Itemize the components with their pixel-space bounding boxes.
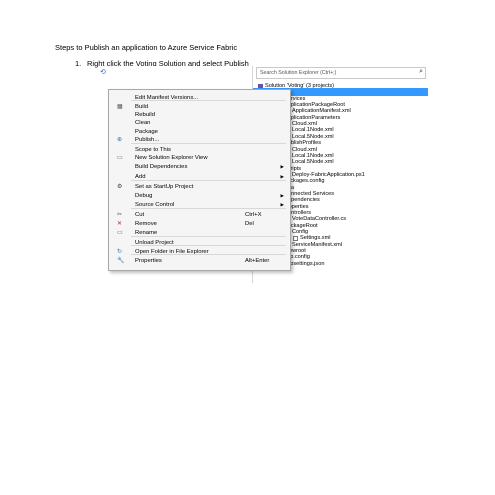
menu-item-label: Edit Manifest Versions...: [135, 95, 199, 101]
menu-item-label: Cut: [135, 212, 145, 218]
step-number: 1.: [75, 59, 82, 68]
wrench-icon: 🔧: [117, 257, 125, 264]
menu-item[interactable]: Clean: [109, 119, 290, 127]
screenshot: ⟲ Search Solution Explorer (Ctrl+;) ⌕ So…: [100, 66, 428, 283]
toolbar-icon: ⟲: [100, 69, 106, 76]
menu-item[interactable]: Scope to This: [109, 146, 290, 154]
menu-item-label: Add: [135, 174, 146, 180]
menu-item-label: Build Dependencies: [135, 164, 188, 170]
menu-item[interactable]: ↻ Open Folder in File Explorer: [109, 248, 290, 256]
menu-item[interactable]: Source Control ▶: [109, 201, 290, 209]
menu-item[interactable]: Package: [109, 128, 290, 136]
menu-item-label: Properties: [135, 258, 162, 264]
menu-item-label: New Solution Explorer View: [135, 155, 208, 161]
new-view-icon: ▭: [117, 154, 123, 161]
search-input[interactable]: Search Solution Explorer (Ctrl+;) ⌕: [256, 67, 426, 79]
submenu-arrow-icon: ▶: [280, 193, 284, 198]
menu-item-label: Build: [135, 104, 149, 110]
menu-item[interactable]: Edit Manifest Versions...: [109, 94, 290, 102]
menu-item-label: Rename: [135, 230, 158, 236]
context-menu: Edit Manifest Versions... ▦ Build Rebuild Cl…: [108, 89, 291, 271]
menu-item[interactable]: ⊕ Publish...: [109, 136, 290, 144]
menu-item-label: Source Control: [135, 202, 175, 208]
menu-item[interactable]: Build Dependencies ▶: [109, 163, 290, 171]
menu-item[interactable]: ▦ Build: [109, 103, 290, 111]
menu-item[interactable]: Unload Project: [109, 239, 290, 247]
menu-item[interactable]: Add ▶: [109, 173, 290, 181]
menu-item-label: Debug: [135, 193, 153, 199]
menu-item-label: Remove: [135, 221, 157, 227]
menu-item-shortcut: Ctrl+X: [245, 212, 262, 218]
search-placeholder: Search Solution Explorer (Ctrl+;): [260, 70, 337, 76]
gear-icon: ⚙: [117, 183, 123, 190]
submenu-arrow-icon: ▶: [280, 174, 284, 179]
build-icon: ▦: [117, 103, 123, 110]
submenu-arrow-icon: ▶: [280, 164, 284, 169]
menu-item-shortcut: Del: [245, 221, 254, 227]
menu-item-label: Publish...: [135, 137, 160, 143]
menu-item-label: Set as StartUp Project: [135, 184, 194, 190]
menu-item-label: Unload Project: [135, 240, 174, 246]
menu-item[interactable]: Rebuild: [109, 111, 290, 119]
rename-icon: ▭: [117, 229, 123, 236]
menu-item[interactable]: Debug ▶: [109, 192, 290, 200]
menu-item[interactable]: 🔧 Properties Alt+Enter: [109, 257, 290, 265]
menu-item-label: Package: [135, 129, 158, 135]
submenu-arrow-icon: ▶: [280, 202, 284, 207]
menu-item[interactable]: ▭ New Solution Explorer View: [109, 154, 290, 162]
menu-item-shortcut: Alt+Enter: [245, 258, 270, 264]
menu-item[interactable]: ✕ Remove Del: [109, 220, 290, 228]
remove-icon: ✕: [117, 220, 123, 227]
menu-item-label: Scope to This: [135, 147, 171, 153]
menu-item[interactable]: ✂ Cut Ctrl+X: [109, 211, 290, 219]
refresh-icon: ↻: [117, 248, 123, 255]
document-heading: Steps to Publish an application to Azure…: [55, 43, 238, 52]
menu-item[interactable]: ⚙ Set as StartUp Project: [109, 183, 290, 191]
scissors-icon: ✂: [117, 211, 123, 218]
menu-item-label: Clean: [135, 120, 151, 126]
menu-item-label: Rebuild: [135, 112, 155, 118]
menu-item-label: Open Folder in File Explorer: [135, 249, 209, 255]
publish-icon: ⊕: [117, 136, 123, 143]
search-icon[interactable]: ⌕: [419, 68, 423, 76]
menu-item[interactable]: ▭ Rename: [109, 229, 290, 237]
